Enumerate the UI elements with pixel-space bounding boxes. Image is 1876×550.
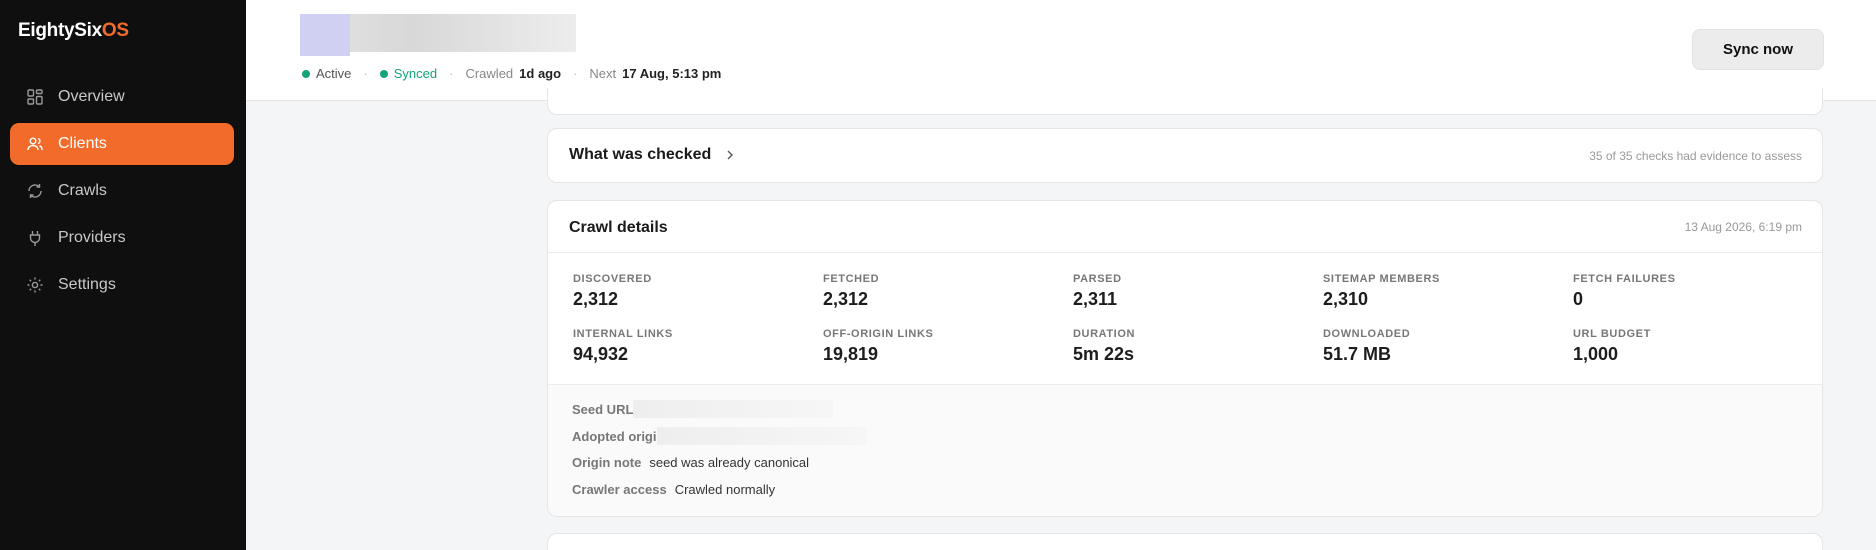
active-status-dot xyxy=(302,69,310,78)
sidebar-item-crawls[interactable]: Crawls xyxy=(10,170,234,212)
stat-label: INTERNAL LINKS xyxy=(573,328,673,340)
seed-url-redacted xyxy=(633,400,834,418)
stat-label: FETCH FAILURES xyxy=(1573,273,1676,285)
client-avatar xyxy=(300,14,350,56)
previous-card xyxy=(547,88,1823,115)
stat-value: 2,310 xyxy=(1323,289,1369,309)
stat-label: SITEMAP MEMBERS xyxy=(1323,273,1440,285)
sidebar-item-clients[interactable]: Clients xyxy=(10,123,234,165)
next-value: 17 Aug, 5:13 pm xyxy=(622,66,722,81)
sync-now-button[interactable]: Sync now xyxy=(1692,29,1824,70)
checks-summary: 35 of 35 checks had evidence to assess xyxy=(1589,149,1802,163)
separator-dot: · xyxy=(573,66,578,81)
status-active: Active xyxy=(316,66,352,81)
brand-name-suffix: OS xyxy=(101,20,129,41)
stat-parsed: PARSED 2,311 xyxy=(1073,273,1313,310)
stat-value: 2,312 xyxy=(823,289,869,309)
crawler-access-value: Crawled normally xyxy=(674,482,776,497)
stat-discovered: DISCOVERED 2,312 xyxy=(573,273,813,310)
stat-label: URL BUDGET xyxy=(1573,328,1651,340)
stat-duration: DURATION 5m 22s xyxy=(1073,328,1313,365)
sidebar-item-settings[interactable]: Settings xyxy=(10,264,234,306)
seed-url-label: Seed URL xyxy=(572,401,634,417)
origin-note-label: Origin note xyxy=(572,455,642,470)
gear-icon xyxy=(26,276,44,294)
sidebar-item-label: Providers xyxy=(58,229,126,246)
stat-value: 1,000 xyxy=(1573,344,1619,364)
stat-value: 19,819 xyxy=(823,344,879,364)
stat-internal-links: INTERNAL LINKS 94,932 xyxy=(573,328,813,365)
next-label: Next xyxy=(589,66,617,81)
crawled-value: 1d ago xyxy=(519,66,562,81)
crawl-details-title: Crawl details xyxy=(569,219,668,236)
origin-note-row: Origin note seed was already canonical xyxy=(572,455,809,470)
what-was-checked-title: What was checked xyxy=(569,146,712,163)
sidebar-item-label: Overview xyxy=(58,88,125,105)
status-synced: Synced xyxy=(393,66,438,81)
stat-label: OFF-ORIGIN LINKS xyxy=(823,328,934,340)
separator-dot: · xyxy=(449,66,454,81)
brand-name-prefix: EightySix xyxy=(18,20,102,41)
plug-icon xyxy=(26,229,44,247)
stat-off-origin-links: OFF-ORIGIN LINKS 19,819 xyxy=(823,328,1063,365)
crawled-label: Crawled xyxy=(465,66,514,81)
separator-dot: · xyxy=(363,66,368,81)
what-was-checked-card: What was checked 35 of 35 checks had evi… xyxy=(547,128,1823,183)
adopted-origin-redacted xyxy=(656,427,867,445)
origin-note-value: seed was already canonical xyxy=(649,455,810,470)
crawl-details-header: Crawl details 13 Aug 2026, 6:19 pm xyxy=(548,201,1822,253)
users-icon xyxy=(26,135,44,153)
synced-status-dot xyxy=(379,69,388,78)
adopted-origin-row: Adopted origi xyxy=(572,427,867,445)
seed-url-row: Seed URL xyxy=(572,400,834,418)
sidebar-item-providers[interactable]: Providers xyxy=(10,217,234,259)
stat-label: DURATION xyxy=(1073,328,1136,340)
sidebar: EightySixOS Overview Clients Crawls Prov… xyxy=(0,0,246,550)
sidebar-item-label: Crawls xyxy=(58,182,107,199)
stat-fetched: FETCHED 2,312 xyxy=(823,273,1063,310)
brand-logo[interactable]: EightySixOS xyxy=(18,20,129,42)
crawler-access-label: Crawler access xyxy=(572,482,667,497)
stat-value: 5m 22s xyxy=(1073,344,1135,364)
crawler-access-row: Crawler access Crawled normally xyxy=(572,482,775,497)
sidebar-item-label: Settings xyxy=(58,276,116,293)
stat-value: 0 xyxy=(1573,289,1584,309)
stat-value: 2,312 xyxy=(573,289,619,309)
crawl-stats-grid: DISCOVERED 2,312 FETCHED 2,312 PARSED 2,… xyxy=(548,253,1822,385)
stat-label: DOWNLOADED xyxy=(1323,328,1411,340)
crawl-details-card: Crawl details 13 Aug 2026, 6:19 pm DISCO… xyxy=(547,200,1823,517)
next-card xyxy=(547,533,1823,550)
stat-label: FETCHED xyxy=(823,273,880,285)
what-was-checked-toggle[interactable]: What was checked xyxy=(569,146,735,164)
stat-value: 94,932 xyxy=(573,344,629,364)
stat-label: DISCOVERED xyxy=(573,273,652,285)
crawl-origin-details: Seed URL Adopted origi Origin note seed … xyxy=(548,385,1822,516)
adopted-origin-label: Adopted origi xyxy=(572,428,657,444)
stat-fetch-failures: FETCH FAILURES 0 xyxy=(1573,273,1813,310)
stat-downloaded: DOWNLOADED 51.7 MB xyxy=(1323,328,1563,365)
refresh-icon xyxy=(26,182,44,200)
stat-sitemap-members: SITEMAP MEMBERS 2,310 xyxy=(1323,273,1563,310)
sidebar-item-overview[interactable]: Overview xyxy=(10,76,234,118)
client-header: Active · Synced · Crawled 1d ago · Next … xyxy=(246,0,1876,101)
chevron-right-icon xyxy=(725,150,735,160)
client-status-bar: Active · Synced · Crawled 1d ago · Next … xyxy=(302,66,721,81)
stat-value: 51.7 MB xyxy=(1323,344,1392,364)
stat-label: PARSED xyxy=(1073,273,1122,285)
sidebar-nav: Overview Clients Crawls Providers Settin… xyxy=(10,76,234,311)
stat-value: 2,311 xyxy=(1073,289,1118,309)
sidebar-item-label: Clients xyxy=(58,135,107,152)
stat-url-budget: URL BUDGET 1,000 xyxy=(1573,328,1813,365)
crawl-date: 13 Aug 2026, 6:19 pm xyxy=(1684,220,1802,234)
grid-icon xyxy=(26,88,44,106)
